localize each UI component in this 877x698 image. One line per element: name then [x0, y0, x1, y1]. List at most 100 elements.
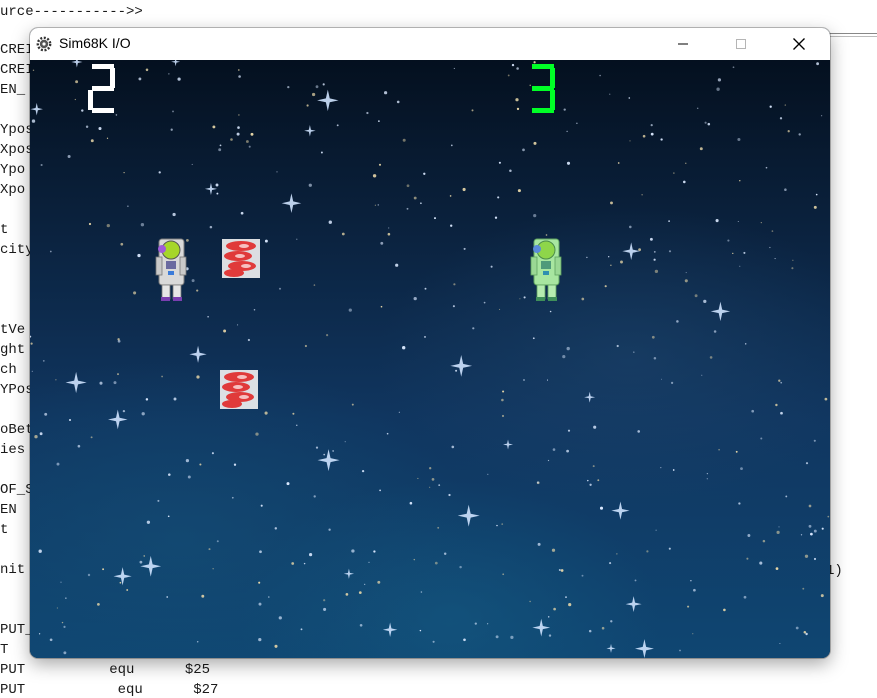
star: [760, 437, 763, 440]
title-bar[interactable]: Sim68K I/O: [30, 28, 830, 60]
star: [185, 458, 190, 463]
star: [707, 122, 711, 126]
star: [802, 587, 805, 590]
star: [660, 378, 663, 380]
star: [292, 412, 295, 415]
star: [533, 61, 536, 64]
maximize-button[interactable]: [718, 28, 764, 60]
star: [286, 482, 290, 486]
star: [323, 607, 327, 611]
star: [798, 133, 801, 136]
star: [650, 123, 653, 127]
star: [238, 75, 241, 78]
star: [434, 561, 438, 565]
star: [487, 473, 489, 475]
star: [795, 626, 799, 630]
projectile: [220, 370, 258, 409]
star: [629, 225, 632, 229]
star: [113, 381, 117, 385]
star: [651, 335, 655, 339]
star: [264, 411, 268, 415]
star: [296, 238, 298, 240]
editor-code-line: EN_: [0, 82, 26, 98]
star: [498, 161, 501, 164]
star: [56, 462, 60, 466]
game-canvas[interactable]: [30, 60, 830, 658]
star: [804, 554, 809, 558]
star: [609, 93, 611, 95]
star: [368, 561, 370, 564]
star: [501, 414, 505, 418]
star: [313, 495, 316, 498]
star: [38, 549, 42, 553]
star: [216, 192, 219, 195]
star: [106, 223, 110, 228]
star: [453, 67, 455, 69]
star: [553, 607, 556, 611]
minimize-button[interactable]: [660, 28, 706, 60]
star: [419, 629, 422, 632]
star: [696, 107, 699, 110]
star: [303, 562, 306, 565]
star: [784, 188, 787, 191]
star: [668, 250, 672, 253]
star: [616, 553, 618, 555]
star: [690, 579, 692, 582]
star: [102, 568, 105, 571]
star: [38, 633, 41, 635]
star: [253, 309, 256, 311]
star: [259, 550, 262, 554]
star: [291, 562, 295, 565]
star: [237, 324, 239, 326]
star: [60, 581, 62, 583]
sparkle-star: [382, 622, 398, 637]
editor-code-line: Xpo: [0, 182, 26, 198]
sparkle-star: [502, 439, 514, 450]
star: [516, 107, 520, 111]
editor-header-line: urce----------->>: [0, 4, 143, 20]
star: [576, 122, 578, 124]
player-left-score: [88, 64, 115, 113]
star: [341, 232, 345, 236]
star: [358, 591, 362, 594]
star: [523, 296, 526, 299]
sparkle-star: [710, 301, 731, 322]
star: [196, 289, 199, 292]
star: [187, 475, 191, 479]
star: [787, 130, 790, 133]
close-button[interactable]: [776, 28, 822, 60]
star: [328, 528, 331, 531]
star: [634, 579, 637, 582]
editor-divider: [828, 33, 877, 37]
star: [642, 134, 646, 138]
star: [133, 291, 137, 295]
star: [383, 91, 388, 95]
star: [805, 632, 808, 636]
star: [660, 138, 663, 141]
star: [245, 140, 249, 143]
star: [429, 467, 432, 470]
star: [649, 237, 653, 241]
star: [737, 137, 741, 142]
star: [483, 301, 486, 304]
star: [776, 530, 780, 534]
star: [209, 225, 213, 229]
star: [167, 515, 170, 518]
star: [366, 111, 369, 115]
star: [247, 338, 251, 342]
star: [608, 256, 610, 258]
editor-code-line: EN: [0, 502, 17, 518]
star: [760, 222, 762, 224]
star: [522, 148, 525, 152]
star: [230, 138, 233, 141]
star: [177, 77, 181, 81]
star: [549, 310, 552, 313]
star: [127, 205, 129, 207]
editor-code-line: ies: [0, 442, 26, 458]
star: [304, 344, 307, 348]
star: [566, 449, 569, 453]
star: [373, 550, 376, 553]
projectile: [222, 239, 260, 278]
star: [472, 327, 475, 330]
star: [359, 623, 363, 627]
